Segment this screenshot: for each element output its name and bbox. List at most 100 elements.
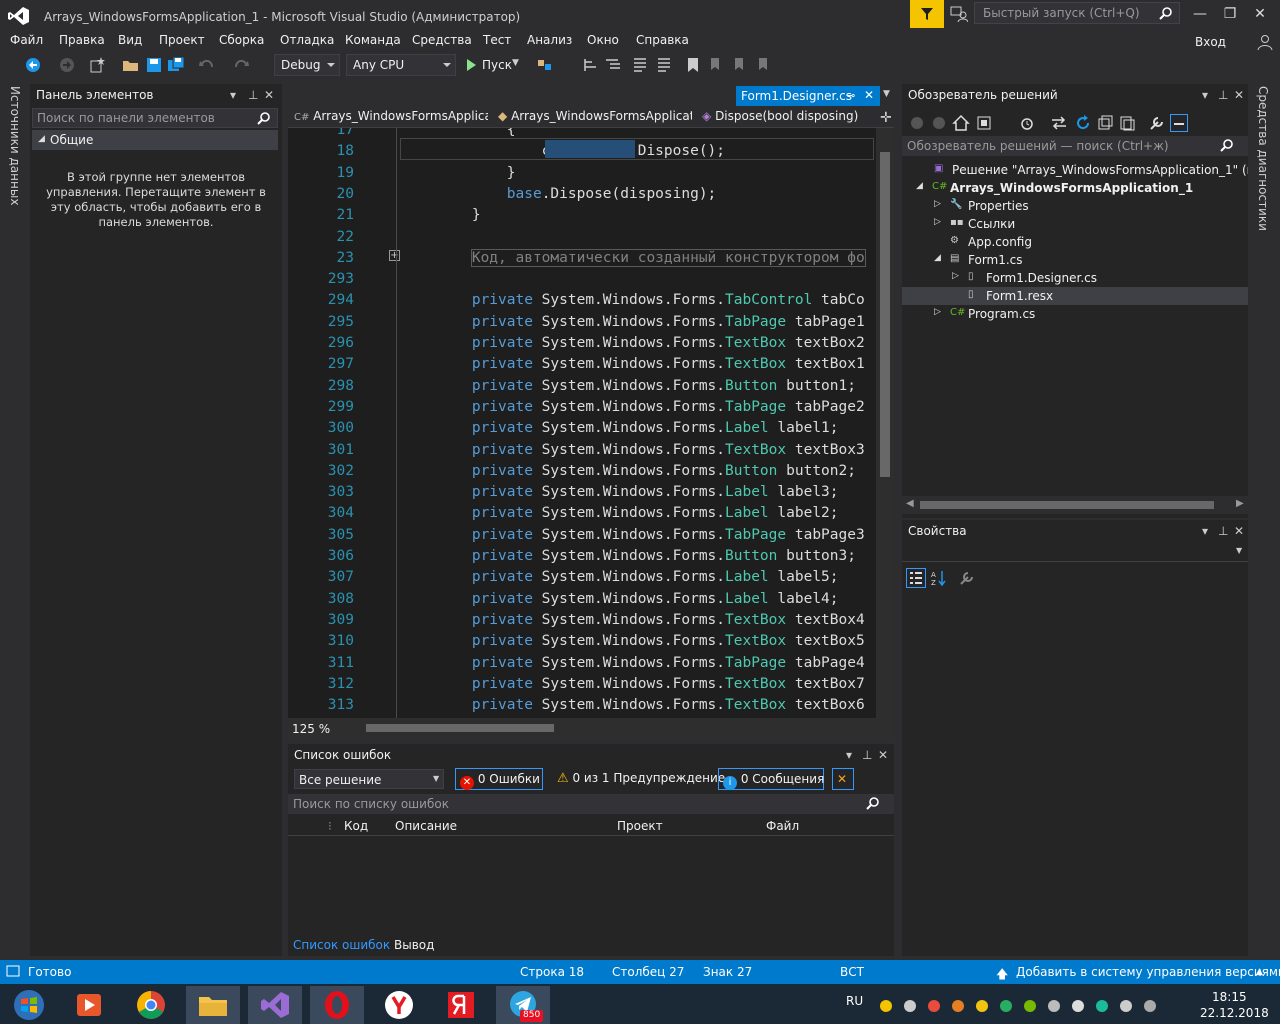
- tree-item[interactable]: ◢ ▤ Form1.cs: [902, 252, 1248, 270]
- code-line[interactable]: private System.Windows.Forms.TextBox tex…: [402, 676, 865, 692]
- account-icon[interactable]: [1256, 33, 1274, 51]
- expand-triangle-icon[interactable]: ▷: [934, 307, 941, 317]
- tree-item[interactable]: ▣ Решение "Arrays_WindowsFormsApplication…: [902, 162, 1248, 180]
- tab-list-dropdown-icon[interactable]: ▼: [883, 89, 890, 99]
- home-icon[interactable]: [952, 114, 970, 132]
- pin-icon[interactable]: ⊥: [1218, 88, 1228, 102]
- tab-form1-designer-cs[interactable]: Form1.Designer.cs ⊸ ✕: [736, 86, 880, 106]
- chevron-up-icon[interactable]: ▲: [1256, 967, 1263, 977]
- pin-icon[interactable]: ⊸: [846, 89, 855, 102]
- solution-platform-select[interactable]: Any CPU: [346, 54, 456, 76]
- code-line[interactable]: Код, автоматически созданный конструктор…: [402, 248, 866, 267]
- quick-launch-placeholder[interactable]: Быстрый запуск (Ctrl+Q): [983, 6, 1140, 20]
- refresh-icon[interactable]: [1074, 114, 1092, 132]
- collapse-all-icon[interactable]: [1096, 114, 1114, 132]
- scroll-left-icon[interactable]: ◀: [906, 498, 914, 509]
- notifications-flag-button[interactable]: [910, 0, 944, 28]
- save-icon[interactable]: [145, 56, 163, 74]
- member-nav-select[interactable]: ◈ Dispose(bool disposing): [698, 108, 878, 126]
- code-line[interactable]: private System.Windows.Forms.Label label…: [402, 569, 839, 585]
- project-nav-select[interactable]: C# Arrays_WindowsFormsApplicat: [290, 108, 488, 126]
- tree-item[interactable]: ▷ ▪▪ Ссылки: [902, 216, 1248, 234]
- code-line[interactable]: private System.Windows.Forms.TextBox tex…: [402, 697, 865, 713]
- search-icon[interactable]: [1159, 6, 1173, 20]
- close-icon[interactable]: ✕: [1234, 524, 1244, 538]
- tree-item[interactable]: ◢ C# Arrays_WindowsFormsApplication_1: [902, 180, 1248, 198]
- code-line[interactable]: }: [402, 207, 481, 223]
- windows-start-icon[interactable]: [2, 986, 56, 1024]
- code-line[interactable]: private System.Windows.Forms.TextBox tex…: [402, 356, 865, 372]
- search-icon[interactable]: [866, 796, 880, 810]
- errors-filter-button[interactable]: ✕ 0 Ошибки: [455, 768, 543, 790]
- code-lines[interactable]: 17 {18 components.Dispose(); 19 } 20 base.…: [288, 128, 876, 718]
- data-sources-tab[interactable]: Источники данных: [8, 86, 22, 205]
- menu-edit[interactable]: Правка: [59, 33, 105, 47]
- file-explorer-icon[interactable]: [186, 986, 240, 1024]
- tree-item[interactable]: ▷ ▯ Form1.Designer.cs: [902, 270, 1248, 288]
- code-line[interactable]: private System.Windows.Forms.TextBox tex…: [402, 612, 865, 628]
- status-output-icon[interactable]: [6, 965, 20, 979]
- tab-error-list[interactable]: Список ошибок: [293, 938, 390, 952]
- editor-vertical-scroll-thumb[interactable]: [880, 152, 890, 477]
- new-project-icon[interactable]: [88, 56, 106, 74]
- upload-arrow-icon[interactable]: 🡅: [996, 965, 1008, 986]
- pin-icon[interactable]: ⊥: [248, 88, 258, 102]
- search-icon[interactable]: [1220, 138, 1234, 152]
- input-language[interactable]: RU: [846, 994, 863, 1008]
- code-line[interactable]: private System.Windows.Forms.TextBox tex…: [402, 442, 865, 458]
- error-scope-select[interactable]: Все решение ▼: [294, 769, 444, 789]
- visual-studio-logo-icon[interactable]: [8, 6, 30, 26]
- expand-region-icon[interactable]: +: [389, 250, 400, 261]
- expand-triangle-icon[interactable]: ▷: [934, 199, 941, 209]
- dropdown-arrow-icon[interactable]: ▾: [1202, 524, 1208, 538]
- code-line[interactable]: private System.Windows.Forms.Button butt…: [402, 378, 856, 394]
- code-line[interactable]: private System.Windows.Forms.TabControl …: [402, 292, 865, 308]
- code-line[interactable]: }: [402, 165, 516, 181]
- code-line[interactable]: private System.Windows.Forms.TextBox tex…: [402, 335, 865, 351]
- add-to-source-control-button[interactable]: Добавить в систему управления версиями: [1016, 965, 1280, 979]
- collapse-triangle-icon[interactable]: ◢: [916, 181, 923, 191]
- scroll-thumb[interactable]: [920, 501, 1214, 509]
- pin-icon[interactable]: ⊥: [1218, 524, 1228, 538]
- menu-test[interactable]: Тест: [483, 33, 511, 47]
- tab-output[interactable]: Вывод: [394, 938, 434, 952]
- menu-view[interactable]: Вид: [118, 33, 142, 47]
- sign-in-link[interactable]: Вход: [1195, 35, 1226, 49]
- solution-explorer-horizontal-scrollbar[interactable]: ◀ ▶: [902, 496, 1248, 514]
- chevron-down-icon[interactable]: ▼: [512, 58, 519, 68]
- menu-debug[interactable]: Отладка: [280, 33, 334, 47]
- clock-time[interactable]: 18:15: [1212, 990, 1247, 1004]
- close-icon[interactable]: ✕: [1234, 88, 1244, 102]
- chrome-browser-icon[interactable]: [124, 986, 178, 1024]
- preview-selected-items-icon[interactable]: [1170, 114, 1188, 132]
- show-all-files-icon[interactable]: [1118, 114, 1136, 132]
- code-line[interactable]: private System.Windows.Forms.TabPage tab…: [402, 399, 865, 415]
- toolbox-group-general[interactable]: ◢ Общие: [32, 130, 278, 150]
- code-line[interactable]: {: [402, 128, 516, 138]
- alphabetical-icon[interactable]: AZ: [930, 569, 948, 587]
- forward-icon[interactable]: [930, 114, 948, 132]
- uncomment-lines-icon[interactable]: [654, 56, 672, 74]
- opera-browser-icon[interactable]: [310, 986, 364, 1024]
- pin-icon[interactable]: ⊥: [862, 748, 872, 762]
- code-line[interactable]: private System.Windows.Forms.TextBox tex…: [402, 633, 865, 649]
- collapse-triangle-icon[interactable]: ◢: [934, 253, 941, 263]
- collapse-triangle-icon[interactable]: ◢: [38, 134, 45, 144]
- feedback-person-icon[interactable]: [950, 5, 968, 23]
- code-line[interactable]: private System.Windows.Forms.Label label…: [402, 505, 839, 521]
- menu-build[interactable]: Сборка: [219, 33, 264, 47]
- error-list-search-input[interactable]: Поиск по списку ошибок: [288, 794, 894, 814]
- next-bookmark-icon[interactable]: [730, 56, 748, 74]
- solution-configuration-select[interactable]: Debug: [274, 54, 340, 76]
- navigate-forward-icon[interactable]: [58, 56, 76, 74]
- save-all-icon[interactable]: [167, 56, 185, 74]
- system-tray-icons[interactable]: [876, 996, 1166, 1016]
- bookmark-icon[interactable]: [684, 56, 702, 74]
- scroll-right-icon[interactable]: ▶: [1236, 498, 1244, 509]
- column-header-code[interactable]: Код: [344, 819, 368, 833]
- step-into-icon[interactable]: [582, 56, 600, 74]
- code-line[interactable]: private System.Windows.Forms.Button butt…: [402, 463, 856, 479]
- menu-project[interactable]: Проект: [159, 33, 205, 47]
- column-header-file[interactable]: Файл: [766, 819, 799, 833]
- code-line[interactable]: private System.Windows.Forms.TabPage tab…: [402, 527, 865, 543]
